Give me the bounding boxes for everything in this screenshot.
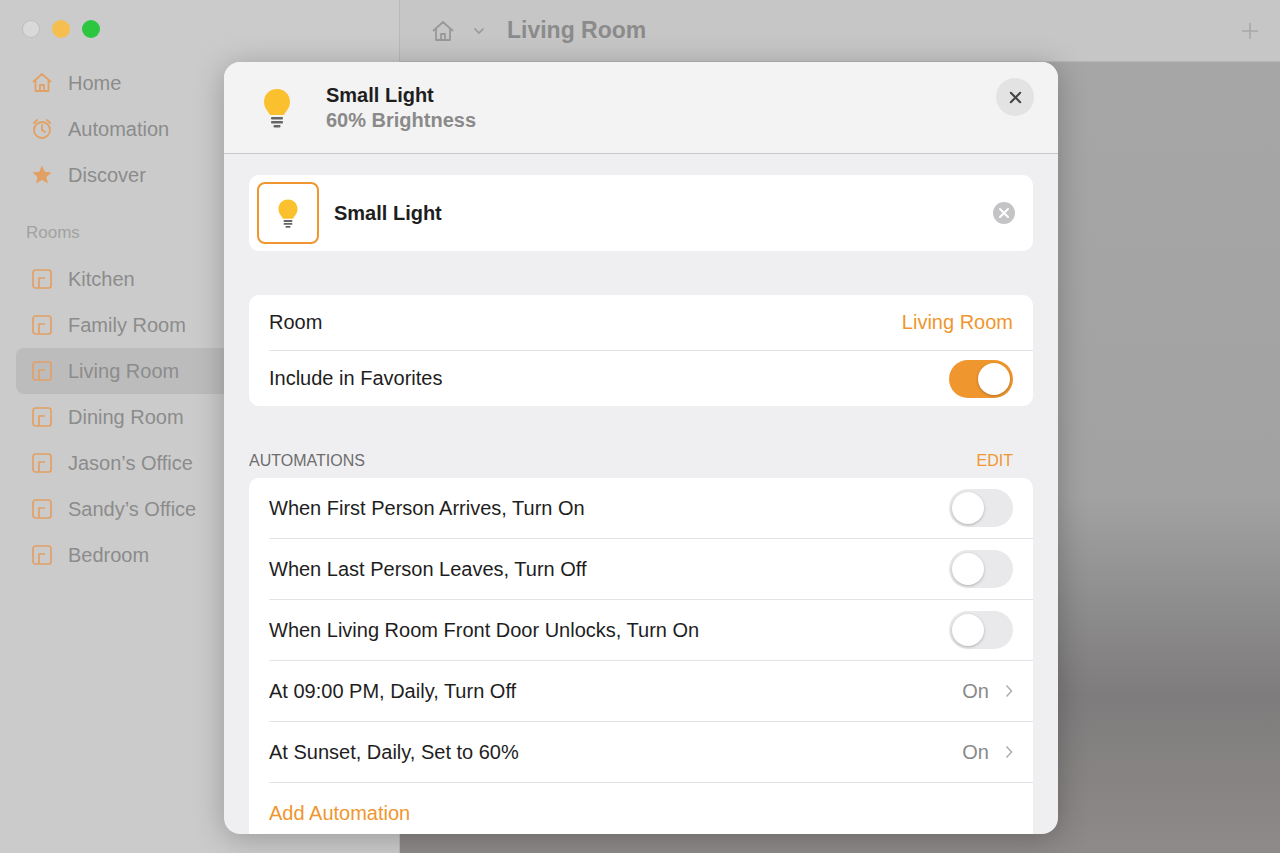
chevron-down-icon xyxy=(473,27,485,35)
automation-status: On xyxy=(962,741,989,764)
room-icon xyxy=(30,405,54,429)
room-icon xyxy=(30,497,54,521)
close-button[interactable] xyxy=(996,78,1034,116)
automation-row[interactable]: When First Person Arrives, Turn On xyxy=(269,478,1033,539)
clear-icon[interactable] xyxy=(993,202,1015,224)
dialog-header: Small Light 60% Brightness xyxy=(224,62,1058,154)
accessory-status: 60% Brightness xyxy=(326,109,476,132)
home-switcher[interactable] xyxy=(430,19,485,43)
home-window: Home Automation Discover Rooms Kitchen F… xyxy=(0,0,1280,853)
light-bulb-icon xyxy=(277,198,299,229)
automation-row[interactable]: When Living Room Front Door Unlocks, Tur… xyxy=(269,600,1033,661)
accessory-dialog: Small Light 60% Brightness Small Light R… xyxy=(224,62,1058,834)
name-value[interactable]: Small Light xyxy=(334,202,442,225)
room-icon xyxy=(30,543,54,567)
name-field[interactable]: Small Light xyxy=(249,175,1033,251)
dialog-body: Small Light Room Living RoomInclude in F… xyxy=(224,154,1058,834)
setting-row[interactable]: Room Living Room xyxy=(269,295,1033,351)
toggle-switch[interactable] xyxy=(949,611,1013,649)
setting-row[interactable]: Include in Favorites xyxy=(269,351,1033,406)
room-icon xyxy=(30,451,54,475)
toolbar-title: Living Room xyxy=(507,17,646,44)
icon-picker[interactable] xyxy=(257,182,319,244)
toolbar: Living Room xyxy=(400,0,1280,62)
toggle-switch[interactable] xyxy=(949,550,1013,588)
room-icon xyxy=(30,267,54,291)
star-icon xyxy=(30,163,54,187)
toggle-switch[interactable] xyxy=(949,489,1013,527)
clock-icon xyxy=(30,117,54,141)
automation-status: On xyxy=(962,680,989,703)
add-icon[interactable] xyxy=(1240,21,1260,41)
automation-row[interactable]: When Last Person Leaves, Turn Off xyxy=(269,539,1033,600)
home-icon xyxy=(430,19,456,43)
chevron-right-icon xyxy=(1005,745,1013,759)
add-automation-button[interactable]: Add Automation xyxy=(269,783,1033,834)
close-icon xyxy=(1008,90,1023,105)
accessory-name: Small Light xyxy=(326,84,476,107)
traffic-lights xyxy=(0,0,399,60)
toggle-switch[interactable] xyxy=(949,360,1013,398)
automation-row[interactable]: At Sunset, Daily, Set to 60% On xyxy=(269,722,1033,783)
automations-card: When First Person Arrives, Turn On When … xyxy=(249,478,1033,834)
setting-value[interactable]: Living Room xyxy=(902,311,1013,334)
room-icon xyxy=(30,313,54,337)
chevron-right-icon xyxy=(1005,684,1013,698)
close-window-button[interactable] xyxy=(22,20,40,38)
zoom-window-button[interactable] xyxy=(82,20,100,38)
home-icon xyxy=(30,71,54,95)
light-bulb-icon xyxy=(262,87,292,129)
minimize-window-button[interactable] xyxy=(52,20,70,38)
automations-header: AUTOMATIONS EDIT xyxy=(249,406,1033,478)
edit-button[interactable]: EDIT xyxy=(977,452,1013,470)
automation-row[interactable]: At 09:00 PM, Daily, Turn Off On xyxy=(269,661,1033,722)
room-icon xyxy=(30,359,54,383)
settings-card: Room Living RoomInclude in Favorites xyxy=(249,295,1033,406)
